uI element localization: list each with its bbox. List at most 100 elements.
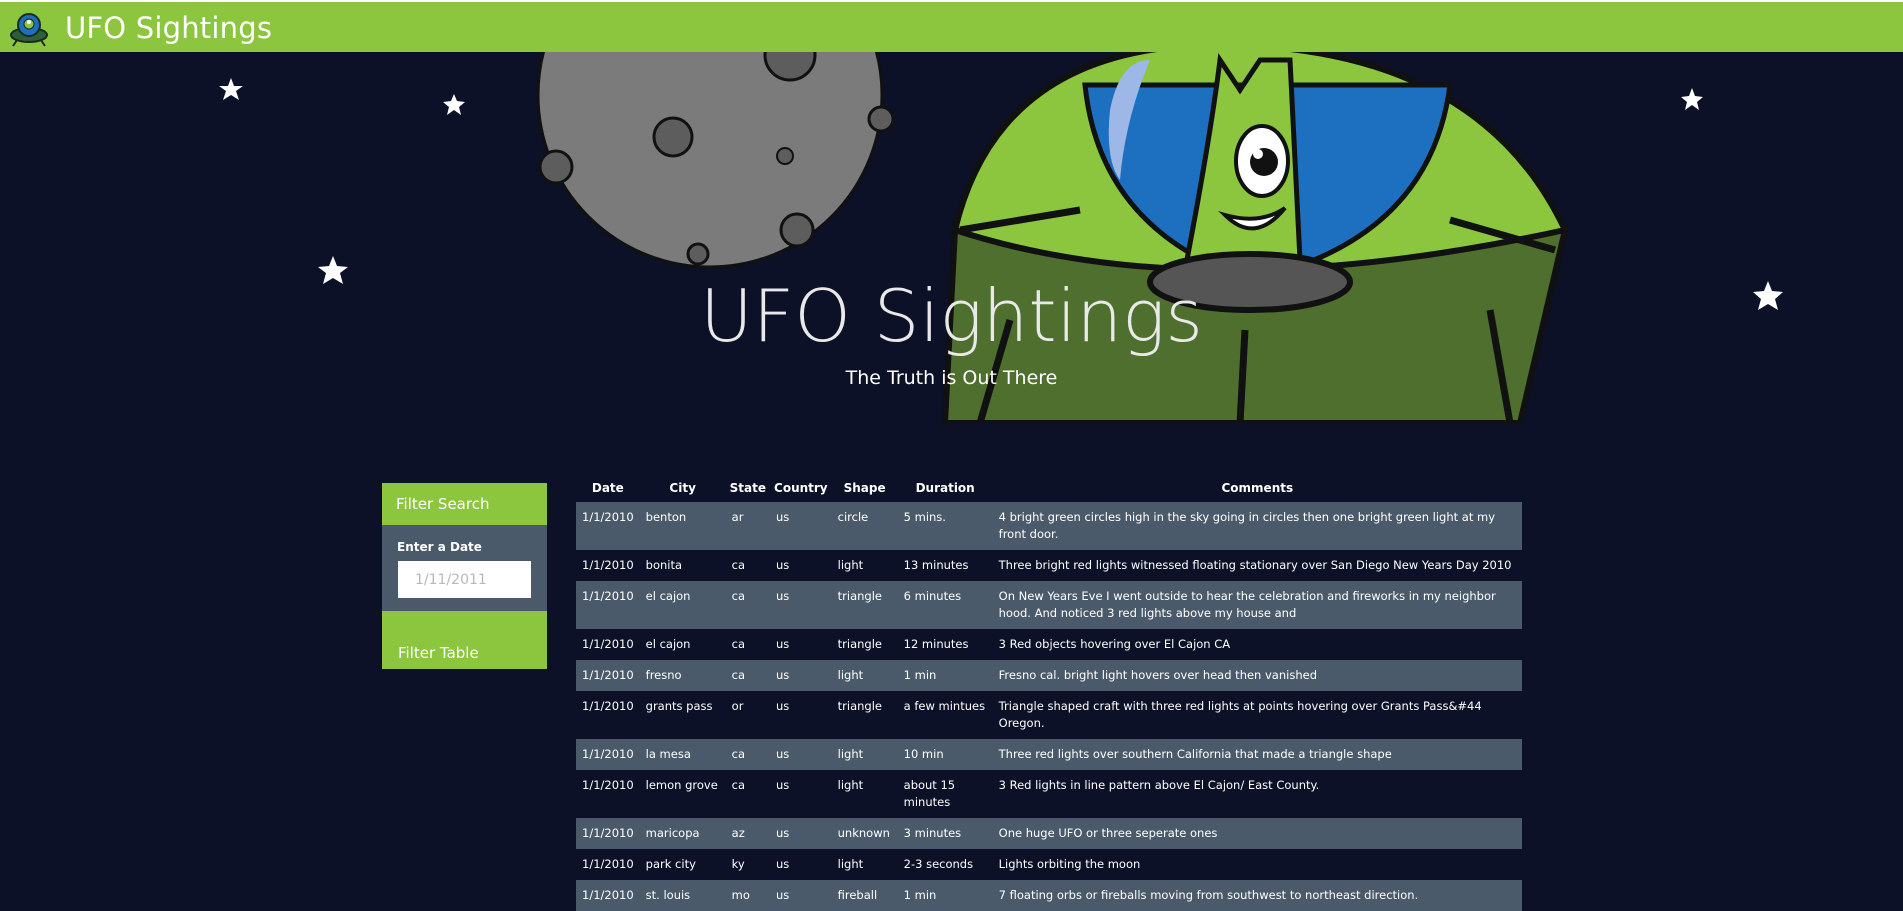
cell-city: fresno (645, 668, 682, 682)
table-row: 1/1/2010 el cajon ca us triangle 12 minutes 3 … (576, 629, 1522, 660)
cell-duration: about 15 minutes (903, 778, 956, 809)
cell-shape: light (837, 668, 864, 682)
cell-city: la mesa (645, 747, 691, 761)
cell-comments: 3 Red lights in line pattern above El Ca… (998, 778, 1320, 792)
cell-duration: 6 minutes (903, 589, 962, 603)
navbar: UFO Sightings (0, 0, 1903, 52)
cell-date: 1/1/2010 (582, 637, 634, 651)
cell-shape: unknown (837, 826, 890, 840)
cell-comments: One huge UFO or three seperate ones (998, 826, 1218, 840)
column-header-shape: Shape (843, 481, 886, 495)
table-row: 1/1/2010 grants pass or us triangle a few min… (576, 691, 1522, 739)
cell-city: el cajon (645, 637, 691, 651)
date-input[interactable] (398, 561, 531, 598)
cell-comments: 3 Red objects hovering over El Cajon CA (998, 637, 1231, 651)
table-row: 1/1/2010 lemon grove ca us light about 15 min… (576, 770, 1522, 818)
cell-date: 1/1/2010 (582, 589, 634, 603)
table-header-row: Date City State Country Shape Duration C… (576, 474, 1522, 502)
cell-state: ca (731, 668, 746, 682)
cell-shape: light (837, 747, 864, 761)
cell-duration: 12 minutes (903, 637, 969, 651)
cell-duration: 2-3 seconds (903, 857, 974, 871)
cell-date: 1/1/2010 (582, 857, 634, 871)
table-row: 1/1/2010 la mesa ca us light 10 min Three red … (576, 739, 1522, 770)
cell-comments: 7 floating orbs or fireballs moving from… (998, 888, 1419, 902)
cell-state: ar (731, 510, 744, 524)
cell-comments: Fresno cal. bright light hovers over hea… (998, 668, 1317, 682)
cell-state: az (731, 826, 745, 840)
cell-shape: light (837, 857, 864, 871)
cell-state: mo (731, 888, 750, 902)
cell-country: us (776, 699, 790, 713)
cell-duration: 5 mins. (903, 510, 946, 524)
navbar-brand[interactable]: UFO Sightings (65, 11, 272, 45)
cell-comments: 4 bright green circles high in the sky g… (998, 510, 1496, 541)
cell-state: ca (731, 637, 746, 651)
table-row: 1/1/2010 fresno ca us light 1 min Fresno cal. … (576, 660, 1522, 691)
cell-duration: a few mintues (903, 699, 986, 713)
cell-shape: triangle (837, 589, 882, 603)
cell-comments: Three red lights over southern Californi… (998, 747, 1392, 761)
cell-shape: triangle (837, 699, 882, 713)
moon-illustration (536, 52, 895, 269)
cell-date: 1/1/2010 (582, 888, 634, 902)
table-row: 1/1/2010 el cajon ca us triangle 6 minutes On … (576, 581, 1522, 629)
cell-date: 1/1/2010 (582, 747, 634, 761)
cell-date: 1/1/2010 (582, 699, 634, 713)
cell-state: or (731, 699, 744, 713)
filter-panel: Filter Search Enter a Date Filter Table (382, 483, 547, 669)
cell-date: 1/1/2010 (582, 668, 634, 682)
cell-shape: light (837, 778, 864, 792)
cell-country: us (776, 558, 790, 572)
cell-city: benton (645, 510, 687, 524)
cell-shape: circle (837, 510, 869, 524)
column-header-city: City (669, 481, 696, 495)
cell-duration: 13 minutes (903, 558, 969, 572)
cell-city: lemon grove (645, 778, 718, 792)
cell-country: us (776, 747, 790, 761)
cell-comments: On New Years Eve I went outside to hear … (998, 589, 1496, 620)
cell-shape: light (837, 558, 864, 572)
table-row: 1/1/2010 park city ky us light 2-3 seconds Lig… (576, 849, 1522, 880)
table-row: 1/1/2010 st. louis mo us fireball 1 min 7 floa… (576, 880, 1522, 911)
table-row: 1/1/2010 maricopa az us unknown 3 minutes One … (576, 818, 1522, 849)
cell-country: us (776, 510, 790, 524)
cell-duration: 10 min (903, 747, 944, 761)
column-header-duration: Duration (915, 481, 975, 495)
filter-panel-header: Filter Search (382, 483, 547, 525)
cell-comments: Three bright red lights witnessed floati… (998, 558, 1512, 572)
cell-city: maricopa (645, 826, 700, 840)
cell-country: us (776, 888, 790, 902)
cell-comments: Triangle shaped craft with three red lig… (998, 699, 1482, 730)
date-input-label: Enter a Date (397, 540, 482, 554)
column-header-date: Date (591, 481, 624, 495)
hero-title: UFO Sightings (700, 274, 1203, 358)
cell-country: us (776, 826, 790, 840)
table-row: 1/1/2010 benton ar us circle 5 mins. 4 bright … (576, 502, 1522, 550)
cell-comments: Lights orbiting the moon (998, 857, 1141, 871)
filter-table-button[interactable]: Filter Table (382, 611, 547, 669)
cell-duration: 3 minutes (903, 826, 962, 840)
table-row: 1/1/2010 bonita ca us light 13 minutes Three b… (576, 550, 1522, 581)
cell-state: ky (731, 857, 745, 871)
table-body: 1/1/2010 benton ar us circle 5 mins. 4 bright … (576, 502, 1522, 911)
hero-banner: UFO Sightings The Truth is Out There (0, 52, 1903, 423)
cell-country: us (776, 589, 790, 603)
cell-country: us (776, 668, 790, 682)
cell-state: ca (731, 589, 746, 603)
cell-city: grants pass (645, 699, 713, 713)
cell-country: us (776, 778, 790, 792)
cell-country: us (776, 637, 790, 651)
cell-state: ca (731, 747, 746, 761)
column-header-state: State (729, 481, 767, 495)
cell-date: 1/1/2010 (582, 558, 634, 572)
cell-date: 1/1/2010 (582, 826, 634, 840)
cell-state: ca (731, 558, 746, 572)
ufo-logo-icon[interactable] (8, 8, 50, 48)
cell-shape: triangle (837, 637, 882, 651)
cell-date: 1/1/2010 (582, 778, 634, 792)
sightings-table: Date City State Country Shape Duration C… (576, 474, 1522, 911)
cell-city: el cajon (645, 589, 691, 603)
cell-city: park city (645, 857, 696, 871)
cell-country: us (776, 857, 790, 871)
